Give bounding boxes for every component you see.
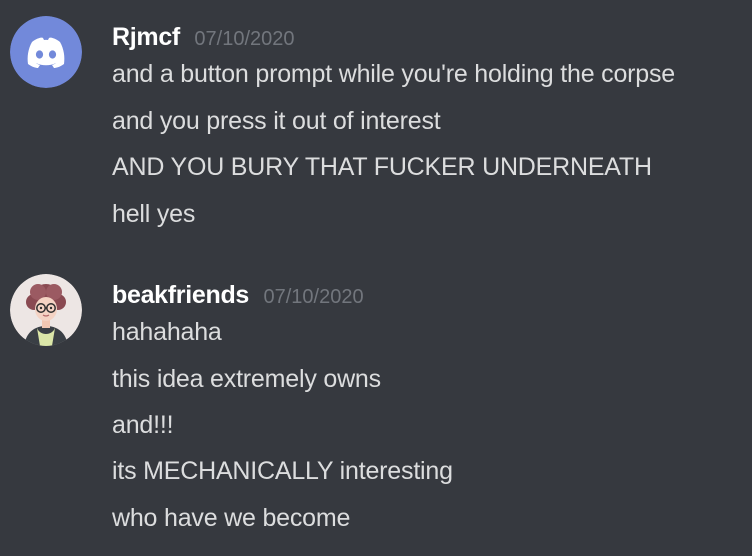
user-portrait-avatar-icon[interactable] <box>10 274 82 346</box>
message-line: who have we become <box>112 504 351 532</box>
message-line: and a button prompt while you're holding… <box>112 60 675 88</box>
timestamp: 07/10/2020 <box>194 28 295 50</box>
timestamp: 07/10/2020 <box>263 286 364 308</box>
message-header: beakfriends 07/10/2020 <box>112 280 364 310</box>
discord-default-avatar-icon[interactable] <box>10 16 82 88</box>
message-line: and!!! <box>112 411 174 439</box>
message-line: this idea extremely owns <box>112 365 381 393</box>
message-header: Rjmcf 07/10/2020 <box>112 22 295 52</box>
message-line: its MECHANICALLY interesting <box>112 457 453 485</box>
message-line: and you press it out of interest <box>112 107 441 135</box>
message-line: hell yes <box>112 200 196 228</box>
message-line: AND YOU BURY THAT FUCKER UNDERNEATH <box>112 153 652 181</box>
username[interactable]: beakfriends <box>112 281 249 309</box>
username[interactable]: Rjmcf <box>112 23 180 51</box>
message-line: hahahaha <box>112 318 222 346</box>
